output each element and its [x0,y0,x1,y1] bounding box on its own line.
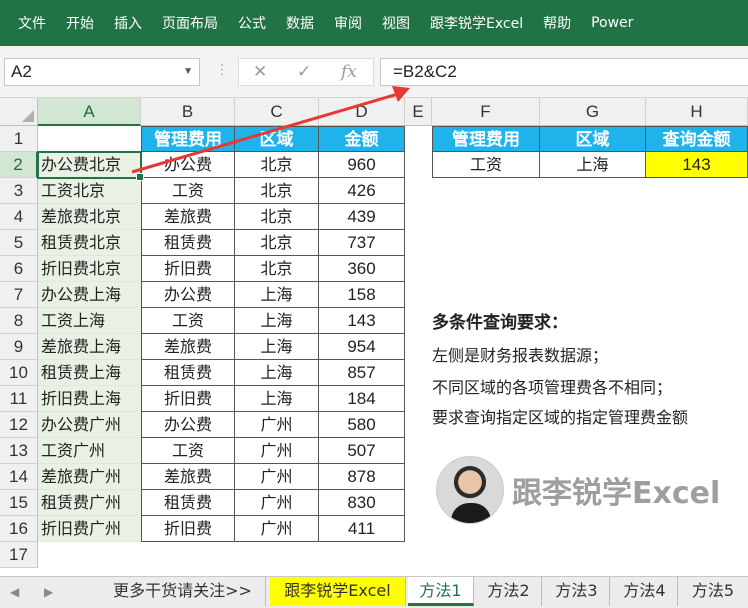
sheet-tab-brand[interactable]: 跟李锐学Excel [270,577,406,606]
sheet-tab-method1[interactable]: 方法1 [408,577,474,606]
sheet-tab-more[interactable]: 更多干货请关注>> [100,577,266,606]
next-sheet-icon[interactable]: ▶ [44,585,53,599]
sheet-tab-method5[interactable]: 方法5 [680,577,746,606]
sheet-tab-method4[interactable]: 方法4 [612,577,678,606]
prev-sheet-icon[interactable]: ◀ [10,585,19,599]
sheet-tab-bar: ◀ ▶ 更多干货请关注>> 跟李锐学Excel 方法1 方法2 方法3 方法4 … [0,576,748,608]
annotation-arrow [131,86,410,174]
sheet-tab-method2[interactable]: 方法2 [476,577,542,606]
sheet-tab-method3[interactable]: 方法3 [544,577,610,606]
